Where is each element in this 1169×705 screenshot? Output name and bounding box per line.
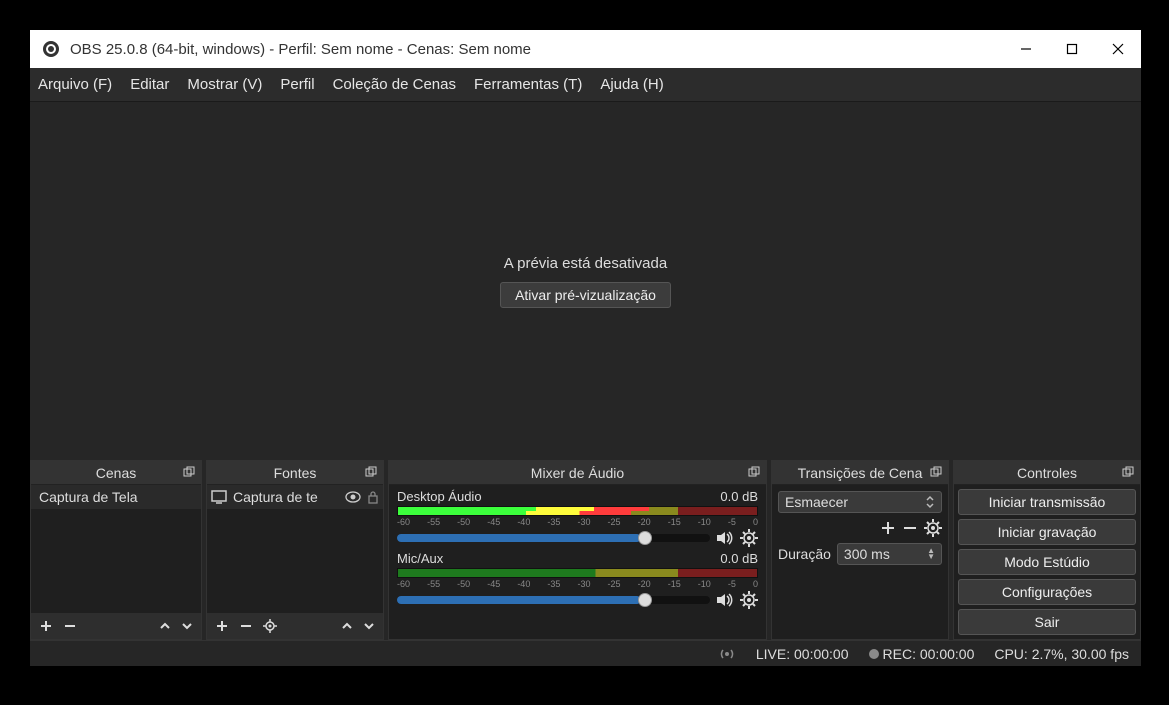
volume-meter [397,506,758,516]
track-settings-icon[interactable] [740,529,758,547]
exit-button[interactable]: Sair [958,609,1136,635]
transitions-title: Transições de Cena [772,465,948,481]
menu-view[interactable]: Mostrar (V) [187,76,262,93]
spinner-arrows-icon[interactable]: ▲▼ [927,548,935,560]
mixer-body: Desktop Áudio 0.0 dB -60-55-50-45-40-35-… [389,485,766,639]
preview-disabled-message: A prévia está desativada [504,255,667,272]
sources-toolbar [207,613,383,639]
popout-icon[interactable] [928,464,944,480]
settings-button[interactable]: Configurações [958,579,1136,605]
sources-header: Fontes [207,461,383,485]
remove-transition-icon[interactable] [902,520,918,536]
move-up-icon[interactable] [159,620,171,632]
menu-file[interactable]: Arquivo (F) [38,76,112,93]
popout-icon[interactable] [181,464,197,480]
minimize-button[interactable] [1003,30,1049,68]
updown-icon [925,495,935,509]
scenes-dock: Cenas Captura de Tela [30,460,202,640]
menu-help[interactable]: Ajuda (H) [600,76,663,93]
meter-ticks: -60-55-50-45-40-35-30-25-20-15-10-50 [397,579,758,589]
enable-preview-button[interactable]: Ativar pré-vizualização [500,282,671,308]
source-item[interactable]: Captura de te [207,485,383,509]
popout-icon[interactable] [1120,464,1136,480]
volume-slider[interactable] [397,534,710,542]
docks-row: Cenas Captura de Tela Fontes [30,460,1141,640]
add-source-icon[interactable] [215,619,229,633]
track-db: 0.0 dB [720,489,758,504]
speaker-icon[interactable] [716,530,734,546]
scene-item[interactable]: Captura de Tela [31,485,201,509]
duration-label: Duração [778,546,831,562]
menu-scene-collection[interactable]: Coleção de Cenas [333,76,456,93]
visibility-eye-icon[interactable] [345,491,361,503]
scenes-toolbar [31,613,201,639]
menu-profile[interactable]: Perfil [280,76,314,93]
transitions-dock: Transições de Cena Esmaecer Duração [771,460,949,640]
mixer-title: Mixer de Áudio [389,465,766,481]
controls-dock: Controles Iniciar transmissão Iniciar gr… [953,460,1141,640]
add-scene-icon[interactable] [39,619,53,633]
mixer-track-desktop: Desktop Áudio 0.0 dB -60-55-50-45-40-35-… [389,485,766,547]
titlebar: OBS 25.0.8 (64-bit, windows) - Perfil: S… [30,30,1141,68]
volume-slider[interactable] [397,596,710,604]
app-window: OBS 25.0.8 (64-bit, windows) - Perfil: S… [30,30,1141,666]
monitor-icon [211,490,227,504]
scenes-title: Cenas [31,465,201,481]
track-settings-icon[interactable] [740,591,758,609]
track-db: 0.0 dB [720,551,758,566]
maximize-button[interactable] [1049,30,1095,68]
lock-icon[interactable] [367,490,379,504]
status-cpu: CPU: 2.7%, 30.00 fps [994,646,1129,662]
record-dot-icon [869,649,879,659]
start-record-button[interactable]: Iniciar gravação [958,519,1136,545]
move-down-icon[interactable] [181,620,193,632]
menu-edit[interactable]: Editar [130,76,169,93]
mixer-dock: Mixer de Áudio Desktop Áudio 0.0 dB -60-… [388,460,767,640]
controls-header: Controles [954,461,1140,485]
broadcast-icon [718,647,736,661]
move-down-icon[interactable] [363,620,375,632]
popout-icon[interactable] [746,464,762,480]
volume-meter [397,568,758,578]
sources-dock: Fontes Captura de te [206,460,384,640]
remove-source-icon[interactable] [239,619,253,633]
menu-tools[interactable]: Ferramentas (T) [474,76,582,93]
transition-select[interactable]: Esmaecer [778,491,942,513]
mixer-track-mic: Mic/Aux 0.0 dB -60-55-50-45-40-35-30-25-… [389,547,766,609]
sources-title: Fontes [207,465,383,481]
scenes-list[interactable]: Captura de Tela [31,485,201,613]
speaker-icon[interactable] [716,592,734,608]
status-bar: LIVE: 00:00:00 REC: 00:00:00 CPU: 2.7%, … [30,640,1141,666]
transitions-body: Esmaecer Duração 300 ms ▲▼ [772,485,948,639]
source-item-label: Captura de te [233,489,339,505]
start-stream-button[interactable]: Iniciar transmissão [958,489,1136,515]
app-logo-icon [42,40,60,58]
scenes-header: Cenas [31,461,201,485]
remove-scene-icon[interactable] [63,619,77,633]
add-transition-icon[interactable] [880,520,896,536]
menubar: Arquivo (F) Editar Mostrar (V) Perfil Co… [30,68,1141,102]
track-name: Mic/Aux [397,551,443,566]
popout-icon[interactable] [363,464,379,480]
meter-ticks: -60-55-50-45-40-35-30-25-20-15-10-50 [397,517,758,527]
close-button[interactable] [1095,30,1141,68]
controls-body: Iniciar transmissão Iniciar gravação Mod… [954,485,1140,639]
preview-area: A prévia está desativada Ativar pré-vizu… [30,102,1141,460]
mixer-header: Mixer de Áudio [389,461,766,485]
studio-mode-button[interactable]: Modo Estúdio [958,549,1136,575]
transitions-header: Transições de Cena [772,461,948,485]
track-name: Desktop Áudio [397,489,482,504]
status-rec: REC: 00:00:00 [883,646,975,662]
window-title: OBS 25.0.8 (64-bit, windows) - Perfil: S… [70,41,1003,58]
status-live: LIVE: 00:00:00 [756,646,849,662]
source-settings-icon[interactable] [263,619,277,633]
transition-settings-icon[interactable] [924,519,942,537]
controls-title: Controles [954,465,1140,481]
sources-list[interactable]: Captura de te [207,485,383,613]
move-up-icon[interactable] [341,620,353,632]
duration-value: 300 ms [844,546,890,562]
window-buttons [1003,30,1141,68]
duration-spinner[interactable]: 300 ms ▲▼ [837,543,942,565]
transition-selected-label: Esmaecer [785,494,848,510]
